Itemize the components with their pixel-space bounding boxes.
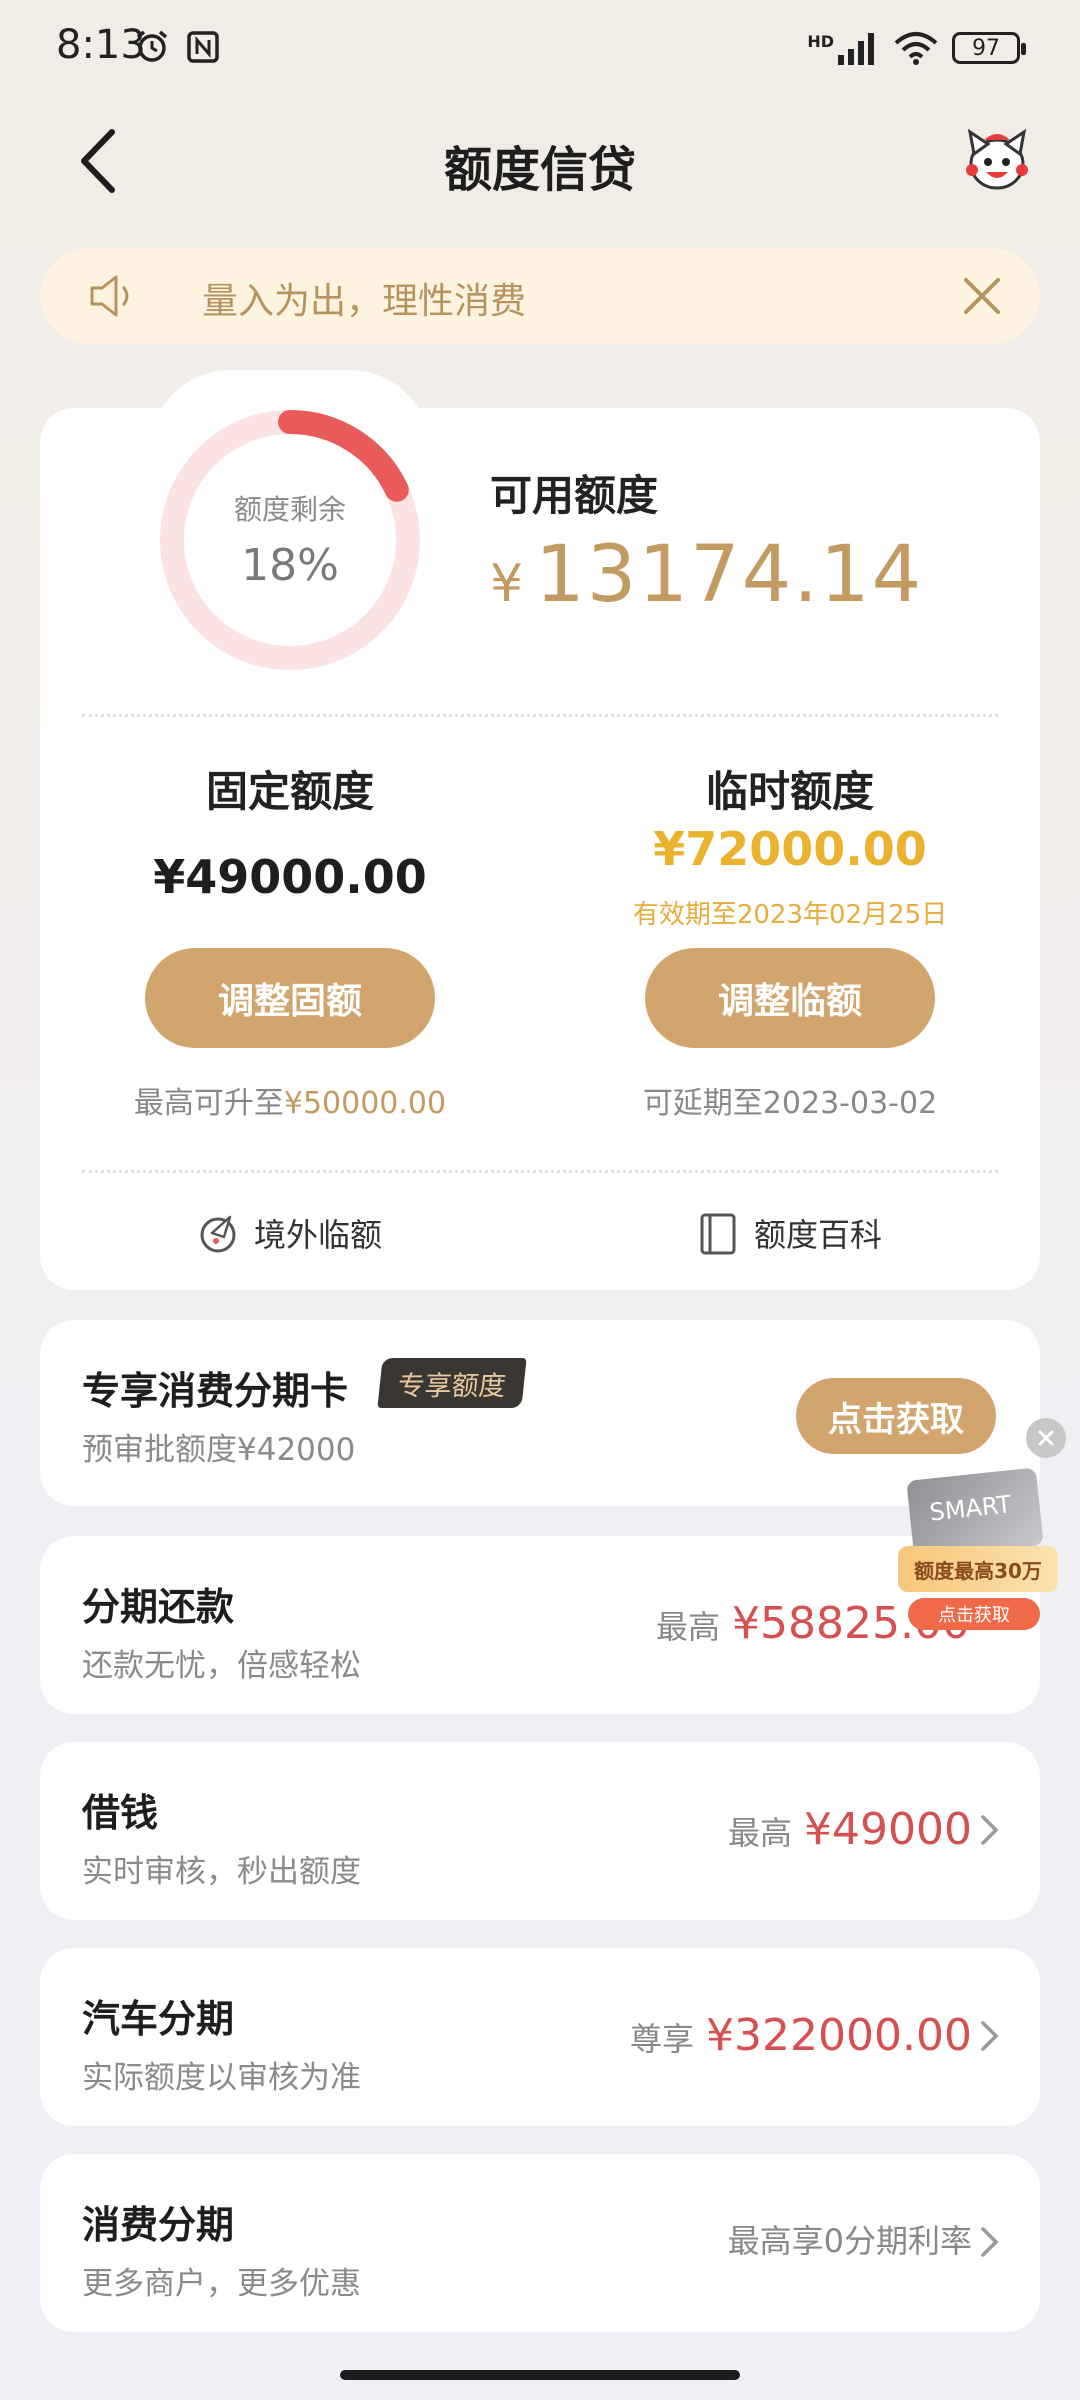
fixed-limit-title: 固定额度 [205, 767, 374, 816]
fixed-limit-note: 最高可升至¥50000.00 [90, 1078, 490, 1122]
limit-wiki-link[interactable]: 额度百科 [696, 1208, 882, 1258]
header: 额度信贷 [0, 110, 1080, 210]
product-item-borrow[interactable]: 借钱 实时审核，秒出额度 最高 ¥49000 [40, 1742, 1040, 1920]
fixed-note-prefix: 最高可升至 [133, 1086, 284, 1121]
product-prefix: 最高 [656, 1608, 721, 1646]
status-time: 8:13 [56, 22, 146, 68]
product-subtitle: 更多商户，更多优惠 [82, 2266, 361, 2302]
mascot-icon[interactable] [962, 124, 1032, 194]
installment-title: 专享消费分期卡 [82, 1369, 349, 1413]
promo-cta[interactable]: 点击获取 [908, 1598, 1040, 1630]
adjust-temp-button[interactable]: 调整临额 [645, 948, 935, 1048]
product-title: 分期还款 [82, 1585, 235, 1629]
temp-limit-note: 可延期至2023-03-02 [642, 1086, 938, 1121]
divider [82, 714, 998, 717]
installment-subtitle: 预审批额度¥42000 [82, 1432, 356, 1468]
chevron-right-icon [981, 2021, 999, 2051]
divider [82, 1170, 998, 1173]
overseas-limit-link[interactable]: 境外临额 [196, 1208, 382, 1258]
promo-card-image: SMART [906, 1467, 1044, 1559]
speaker-icon [90, 275, 129, 317]
available-value: 13174.14 [535, 530, 924, 620]
limit-wiki-label: 额度百科 [754, 1216, 883, 1254]
product-title: 借钱 [82, 1791, 159, 1835]
temp-limit-amount: ¥72000.00 [653, 822, 927, 876]
product-value: 尊享 ¥322000.00 [630, 2010, 972, 2061]
product-title: 汽车分期 [82, 1997, 235, 2041]
product-title: 消费分期 [82, 2203, 235, 2247]
book-icon [700, 1213, 736, 1255]
product-value: 最高享0分期利率 [728, 2216, 972, 2262]
temp-limit-title: 临时额度 [705, 767, 874, 816]
product-subtitle: 还款无忧，倍感轻松 [82, 1648, 361, 1684]
temp-limit-valid: 有效期至2023年02月25日 [632, 900, 948, 930]
available-amount: ¥13174.14 [490, 530, 923, 620]
notice-bar: 量入为出，理性消费 [40, 248, 1040, 344]
product-prefix: 最高享0分期利率 [727, 2222, 972, 2260]
close-icon [1038, 1430, 1054, 1446]
product-prefix: 最高 [728, 1814, 793, 1852]
promo-ribbon: 额度最高30万 [898, 1546, 1058, 1592]
chevron-right-icon [981, 2227, 999, 2257]
overseas-limit-label: 境外临额 [254, 1216, 383, 1254]
adjust-fixed-button[interactable]: 调整固额 [145, 948, 435, 1048]
fixed-note-value: ¥50000.00 [283, 1086, 447, 1121]
status-bar: 8:13 HD 97 [0, 0, 1080, 100]
nfc-icon [187, 31, 219, 63]
home-indicator[interactable] [340, 2370, 740, 2380]
battery-icon: 97 [952, 32, 1026, 64]
ring-percent: 18% [241, 540, 339, 591]
exclusive-tag: 专享额度 [377, 1358, 527, 1408]
product-item-car-loan[interactable]: 汽车分期 实际额度以审核为准 尊享 ¥322000.00 [40, 1948, 1040, 2126]
wifi-icon [894, 32, 938, 65]
available-label: 可用额度 [490, 471, 659, 520]
product-value: 最高 ¥49000 [728, 1804, 972, 1855]
alarm-icon [136, 30, 168, 62]
promo-close-button[interactable] [1026, 1418, 1066, 1458]
product-amount: ¥322000.00 [706, 2010, 972, 2061]
chevron-right-icon [981, 1815, 999, 1845]
product-subtitle: 实际额度以审核为准 [82, 2060, 361, 2096]
fixed-limit-amount: ¥49000.00 [153, 850, 427, 904]
plane-globe-icon [200, 1215, 236, 1253]
signal-icon [838, 33, 874, 65]
notice-text: 量入为出，理性消费 [202, 281, 527, 322]
product-prefix: 尊享 [630, 2020, 695, 2058]
currency-symbol: ¥ [490, 554, 526, 614]
product-item-consumer-installment[interactable]: 消费分期 更多商户，更多优惠 最高享0分期利率 [40, 2154, 1040, 2332]
product-amount: ¥49000 [804, 1804, 972, 1855]
close-icon[interactable] [958, 272, 1006, 320]
ring-label: 额度剩余 [233, 493, 346, 526]
page-title: 额度信贷 [443, 142, 636, 198]
network-hd-label: HD [807, 31, 834, 51]
product-subtitle: 实时审核，秒出额度 [82, 1854, 361, 1890]
status-right: HD 97 [807, 28, 1026, 68]
